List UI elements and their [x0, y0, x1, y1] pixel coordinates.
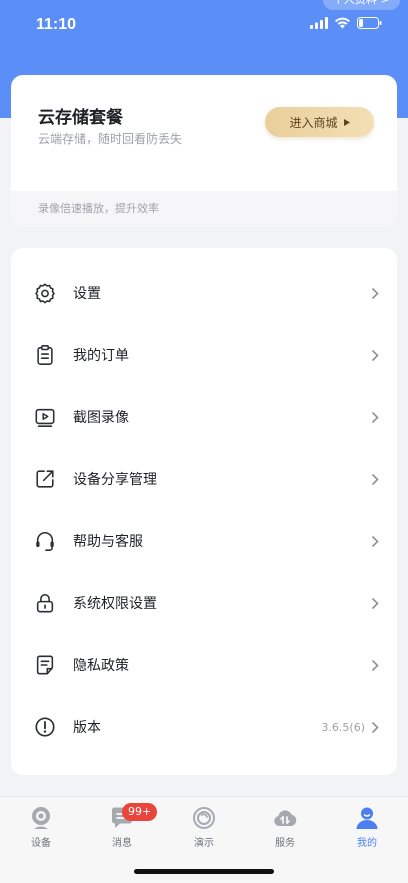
chevron-right-icon: [371, 535, 379, 547]
menu-item-label: 版本: [73, 720, 101, 736]
menu-item-label: 截图录像: [73, 410, 129, 426]
chevron-right-icon: [371, 597, 379, 609]
home-indicator: [134, 869, 274, 874]
menu-item-label: 隐私政策: [73, 658, 129, 674]
tab-label: 消息: [112, 838, 132, 849]
play-triangle-icon: [343, 118, 350, 126]
chevron-right-icon: [371, 349, 379, 361]
person-icon: [356, 807, 378, 829]
enter-mall-label: 进入商城: [289, 115, 338, 130]
tab-services[interactable]: 服务: [255, 805, 315, 849]
cloud-card-note: 录像倍速播放，提升效率: [11, 191, 397, 227]
menu-item-permissions[interactable]: 系统权限设置: [11, 572, 397, 634]
gear-icon: [35, 283, 55, 304]
menu-item-version[interactable]: 版本 3.6.5(6): [11, 696, 397, 758]
tab-label: 设备: [31, 838, 51, 849]
tab-label: 演示: [194, 838, 214, 849]
unread-badge: 99+: [122, 803, 158, 821]
tab-label: 我的: [357, 838, 377, 849]
enter-mall-button[interactable]: 进入商城: [265, 107, 374, 137]
cloud-card-subtitle: 云端存储，随时回看防丢失: [38, 132, 183, 146]
menu-item-device-share[interactable]: 设备分享管理: [11, 448, 397, 510]
chevron-right-icon: >: [381, 0, 390, 10]
menu-item-label: 设置: [73, 286, 101, 302]
headset-icon: [36, 532, 54, 551]
share-icon: [36, 470, 54, 488]
profile-link-label: 个人资料: [333, 0, 377, 10]
tab-messages[interactable]: 消息 99+: [92, 803, 158, 849]
chevron-right-icon: [371, 721, 379, 733]
lock-icon: [36, 593, 54, 613]
wifi-icon: [335, 17, 350, 29]
cloud-service-icon: [274, 810, 297, 826]
signal-icon: [310, 17, 328, 29]
version-value: 3.6.5(6): [321, 720, 365, 734]
info-icon: [35, 717, 55, 737]
document-icon: [36, 655, 54, 675]
menu-list: 设置 我的订单 截图录像 设备分享管理 帮助与客服 系统权限设置 隐私政策 版本…: [11, 248, 397, 775]
menu-item-privacy-policy[interactable]: 隐私政策: [11, 634, 397, 696]
battery-icon: [357, 17, 382, 29]
menu-item-settings[interactable]: 设置: [11, 262, 397, 324]
menu-item-label: 设备分享管理: [73, 472, 157, 488]
menu-item-label: 系统权限设置: [73, 596, 157, 612]
menu-item-orders[interactable]: 我的订单: [11, 324, 397, 386]
status-time: 11:10: [36, 16, 77, 33]
tab-label: 服务: [275, 838, 295, 849]
tab-me[interactable]: 我的: [337, 805, 397, 849]
tab-devices[interactable]: 设备: [11, 805, 71, 849]
menu-item-help-support[interactable]: 帮助与客服: [11, 510, 397, 572]
menu-item-screenshots-recordings[interactable]: 截图录像: [11, 386, 397, 448]
cloud-card-title: 云存储套餐: [38, 108, 123, 128]
menu-item-label: 帮助与客服: [73, 534, 143, 550]
chevron-right-icon: [371, 473, 379, 485]
chevron-right-icon: [371, 287, 379, 299]
video-icon: [35, 408, 55, 427]
clipboard-icon: [37, 345, 53, 365]
chevron-right-icon: [371, 411, 379, 423]
cloud-storage-card[interactable]: 云存储套餐 云端存储，随时回看防丢失 进入商城 录像倍速播放，提升效率: [11, 75, 397, 227]
demo-icon: [193, 807, 215, 829]
menu-item-label: 我的订单: [73, 348, 129, 364]
camera-icon: [32, 807, 50, 829]
tab-demo[interactable]: 演示: [174, 805, 234, 849]
status-bar: 11:10 个人资料 >: [0, 0, 408, 54]
status-icons: [310, 17, 382, 29]
profile-link[interactable]: 个人资料 >: [322, 0, 400, 10]
chevron-right-icon: [371, 659, 379, 671]
